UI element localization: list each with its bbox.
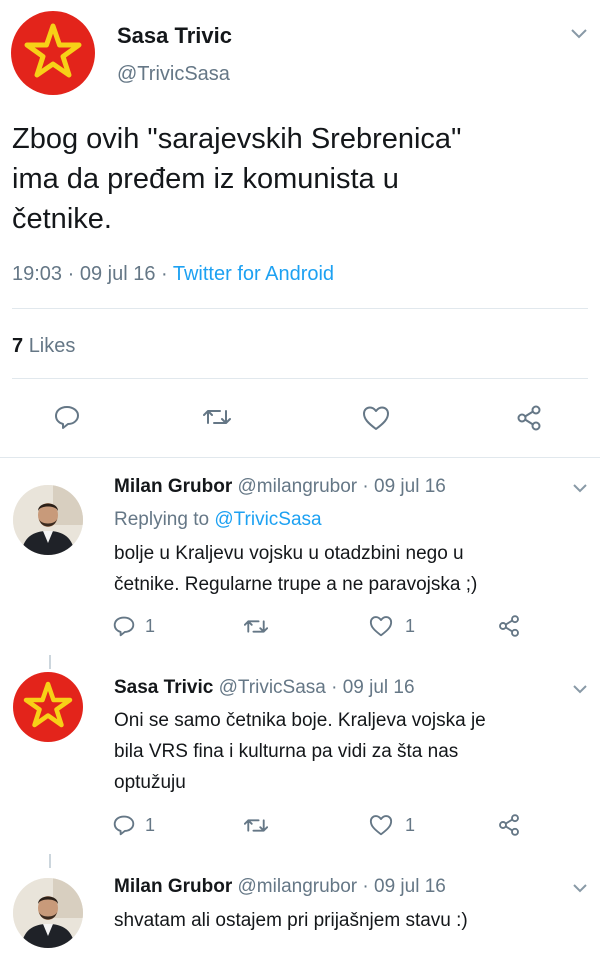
author-avatar[interactable] (11, 11, 95, 95)
likes-count[interactable]: 7 Likes (12, 335, 75, 358)
reply-text-line: bila VRS fina i kulturna pa vidi za šta … (114, 741, 459, 762)
chevron-down-icon[interactable] (572, 883, 588, 894)
reply-icon (113, 814, 135, 836)
reply-text-line: četnike. Regularne trupe a ne paravojska… (114, 574, 478, 595)
person-photo (13, 485, 83, 555)
reply-text-line: optužuju (114, 772, 186, 793)
reply-author-name[interactable]: Sasa Trivic (114, 677, 213, 698)
reply-text: bolje u Kraljevu vojsku u otadzbini nego… (114, 538, 477, 600)
heart-icon (369, 814, 393, 836)
reply-author-avatar[interactable] (13, 878, 83, 948)
replying-handle-link[interactable]: @TrivicSasa (214, 509, 321, 530)
retweet-icon[interactable] (244, 815, 268, 836)
like-count: 1 (405, 814, 416, 835)
thread-line (49, 854, 51, 868)
reply-text: Oni se samo četnika boje. Kraljeva vojsk… (114, 705, 486, 798)
like-count: 1 (405, 615, 416, 636)
reply-count: 1 (145, 615, 156, 636)
replying-to: Replying to @TrivicSasa (114, 509, 322, 531)
reply-text-line: Oni se samo četnika boje. Kraljeva vojsk… (114, 710, 486, 731)
red-star-logo (24, 23, 82, 78)
reply-header: Milan Grubor @milangrubor · 09 jul 16 (114, 876, 446, 898)
like-button[interactable]: 1 (369, 615, 415, 637)
tweet-meta: 19:03 · 09 jul 16 · Twitter for Android (12, 263, 334, 286)
reply-icon (113, 615, 135, 637)
share-icon[interactable] (497, 614, 521, 638)
tweet-text-line: ima da pređem iz komunista u (12, 163, 399, 195)
reply-header: Milan Grubor @milangrubor · 09 jul 16 (114, 476, 446, 498)
reply-author-avatar[interactable] (13, 672, 83, 742)
author-name[interactable]: Sasa Trivic (117, 23, 232, 49)
tweet-source-link[interactable]: Twitter for Android (173, 263, 334, 285)
divider (12, 308, 588, 309)
red-star-logo (23, 681, 73, 728)
chevron-down-icon[interactable] (572, 684, 588, 695)
reply-meta[interactable]: @milangrubor · 09 jul 16 (238, 876, 446, 897)
tweet-timestamp[interactable]: 19:03 · 09 jul 16 · (12, 263, 173, 285)
tweet-text-line: Zbog ovih "sarajevskih Srebrenica" (12, 123, 462, 155)
reply-button[interactable]: 1 (113, 814, 155, 836)
divider (12, 378, 588, 379)
likes-label: Likes (28, 335, 76, 357)
author-handle[interactable]: @TrivicSasa (117, 63, 230, 86)
reply-text: shvatam ali ostajem pri prijašnjem stavu… (114, 905, 468, 936)
divider (0, 457, 600, 458)
person-photo (13, 878, 83, 948)
reply-icon[interactable] (54, 404, 80, 430)
replying-label: Replying to (114, 509, 215, 530)
tweet-text: Zbog ovih "sarajevskih Srebrenica" ima d… (12, 119, 461, 239)
reply-text-line: shvatam ali ostajem pri prijašnjem stavu… (114, 910, 468, 931)
share-icon[interactable] (497, 813, 521, 837)
like-button[interactable]: 1 (369, 814, 415, 836)
reply-header: Sasa Trivic @TrivicSasa · 09 jul 16 (114, 677, 415, 699)
reply-text-line: bolje u Kraljevu vojsku u otadzbini nego… (114, 543, 464, 564)
reply-author-name[interactable]: Milan Grubor (114, 876, 232, 897)
heart-icon (369, 615, 393, 637)
retweet-icon[interactable] (203, 405, 231, 429)
chevron-down-icon[interactable] (572, 483, 588, 494)
reply-meta[interactable]: @milangrubor · 09 jul 16 (238, 476, 446, 497)
heart-icon[interactable] (362, 405, 390, 431)
reply-author-name[interactable]: Milan Grubor (114, 476, 232, 497)
retweet-icon[interactable] (244, 616, 268, 637)
thread-line (49, 655, 51, 669)
reply-author-avatar[interactable] (13, 485, 83, 555)
reply-meta[interactable]: @TrivicSasa · 09 jul 16 (219, 677, 415, 698)
tweet-text-line: četnike. (12, 203, 112, 235)
reply-count: 1 (145, 814, 156, 835)
reply-button[interactable]: 1 (113, 615, 155, 637)
share-icon[interactable] (515, 404, 543, 432)
chevron-down-icon[interactable] (570, 28, 588, 40)
likes-number: 7 (12, 335, 24, 357)
